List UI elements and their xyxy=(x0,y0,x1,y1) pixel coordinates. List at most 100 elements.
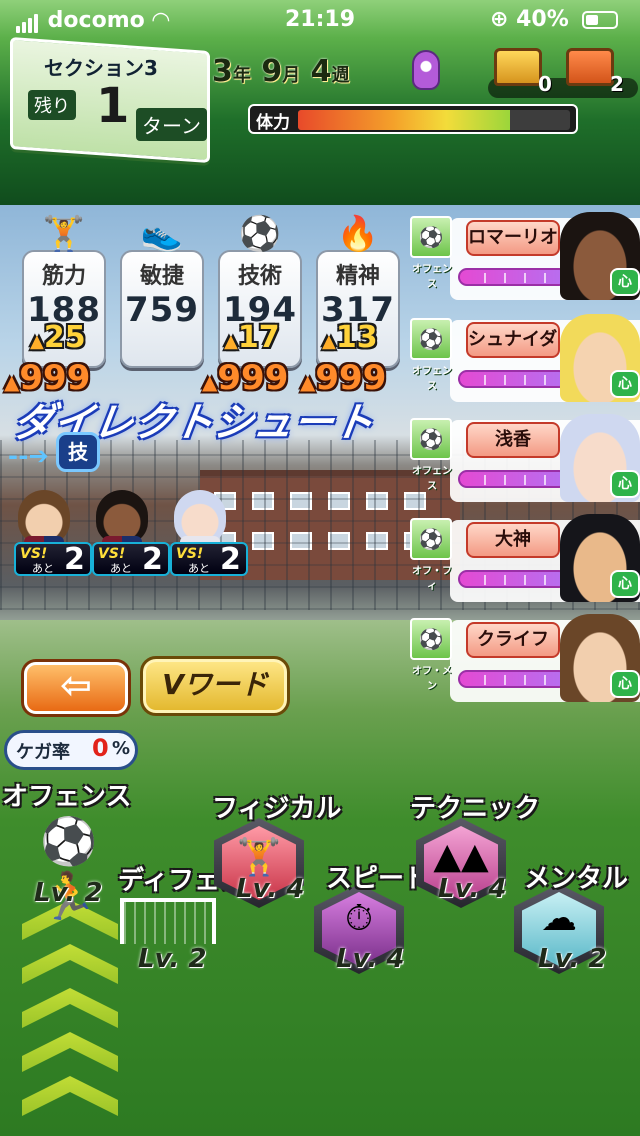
year-unit: 年 xyxy=(232,65,251,86)
heart-icon: 心 xyxy=(610,570,640,598)
rotation-lock-icon: ⊕ xyxy=(490,7,509,32)
stat-name: 技術 xyxy=(237,264,282,289)
role-label: オフ・メン xyxy=(412,666,452,692)
soccer-ball-icon: ⚽ xyxy=(238,214,282,254)
battery-percent: 40% xyxy=(516,7,569,32)
section-label: セクション3 xyxy=(44,56,158,80)
skill-badge: 技 xyxy=(56,432,100,472)
training-name: フィジカル xyxy=(212,794,342,824)
remaining-label: あと xyxy=(32,562,54,575)
heart-icon: 心 xyxy=(610,268,640,296)
stat-name: 敏捷 xyxy=(139,264,184,289)
role-soccer-icon: ⚽ xyxy=(410,518,452,560)
role-label: オフェンス xyxy=(412,366,452,392)
turn-label: ターン xyxy=(136,108,207,141)
vword-button[interactable]: Vワード xyxy=(140,656,290,716)
member-name: 浅香 xyxy=(466,422,560,458)
roster-member[interactable]: ⚽ オフ・メン クライフ心 xyxy=(410,614,640,706)
dumbbell-icon: 🏋 xyxy=(42,214,86,254)
bond-gauge xyxy=(458,268,568,286)
training-level: Lv. 2 xyxy=(138,944,207,974)
battery: ⊕ 40% xyxy=(490,7,619,32)
roster-member[interactable]: ⚽ オフェンスシュナイダー心 xyxy=(410,314,640,406)
selection-chevrons xyxy=(22,900,118,1136)
role-soccer-icon: ⚽ xyxy=(410,618,452,660)
training-name: メンタル xyxy=(524,864,629,894)
role-soccer-icon: ⚽ xyxy=(410,418,452,460)
month-unit: 月 xyxy=(282,65,301,86)
bond-gauge xyxy=(458,670,568,688)
role-label: オフェンス xyxy=(412,264,452,290)
stat-gain-strength: ▲25 xyxy=(30,320,86,355)
stamina-fill xyxy=(298,110,511,130)
training-level: Lv. 4 xyxy=(336,944,405,974)
week-unit: 週 xyxy=(331,65,350,86)
date-week: 4 xyxy=(310,54,332,89)
roster-member[interactable]: ⚽ オフ・フィ 大神心 xyxy=(410,514,640,606)
injury-rate-unit: % xyxy=(112,738,131,759)
remaining-turns: 1 xyxy=(96,78,130,134)
battery-icon xyxy=(582,11,619,29)
role-label: オフェンス xyxy=(412,466,452,492)
role-label: オフ・フィ xyxy=(412,566,452,592)
chest-count: 2 xyxy=(610,72,624,96)
bond-gauge xyxy=(458,370,568,388)
stat-gain-technique: ▲17 xyxy=(224,320,280,355)
injury-rate-label: ケガ率 xyxy=(16,742,70,763)
status-bar: docomo ◠ 21:19 ⊕ 40% xyxy=(0,0,640,40)
vs-counter: VS! あと 2 xyxy=(170,542,248,577)
stat-value: 759 xyxy=(125,290,199,330)
soccer-kick-icon: ⚽🏃 xyxy=(40,814,98,923)
member-name: 大神 xyxy=(466,522,560,558)
training-level: Lv. 2 xyxy=(34,878,103,908)
training-name: テクニック xyxy=(410,794,541,824)
training-name: オフェンス xyxy=(2,782,132,812)
cloud-icon: ☁ xyxy=(541,898,577,939)
stat-name: 精神 xyxy=(335,264,380,289)
roster-member[interactable]: ⚽ オフェンス 浅香心 xyxy=(410,414,640,506)
versus-teammate[interactable]: VS! あと 2 xyxy=(92,490,170,577)
chest-count: 0 xyxy=(538,72,552,96)
stamina-label: 体力 xyxy=(256,113,290,133)
vs-counter: VS! あと 2 xyxy=(14,542,92,577)
goal-defense-icon xyxy=(120,898,216,944)
treasure-chest-icon[interactable] xyxy=(494,48,542,86)
back-button[interactable]: ⇦ xyxy=(24,662,128,714)
vs-count: 2 xyxy=(220,542,241,577)
heart-icon: 心 xyxy=(610,670,640,698)
injury-rate-value: 0 xyxy=(92,734,109,762)
training-level: Lv. 4 xyxy=(438,874,507,904)
vs-count: 2 xyxy=(64,542,85,577)
stat-gain-mental: ▲13 xyxy=(322,320,378,355)
date-month: 9 xyxy=(261,54,283,89)
remaining-label: あと xyxy=(110,562,132,575)
heart-icon: 心 xyxy=(610,470,640,498)
stat-card-agility: 👟 敏捷 759 xyxy=(120,214,204,368)
date-year: 3 xyxy=(212,54,233,89)
stopwatch-icon: ⏱ xyxy=(344,898,374,939)
bond-gauge xyxy=(458,570,568,588)
bond-gauge xyxy=(458,470,568,488)
vs-counter: VS! あと 2 xyxy=(92,542,170,577)
member-name: ロマーリオ xyxy=(466,220,560,256)
vs-count: 2 xyxy=(142,542,163,577)
versus-teammate[interactable]: VS! あと 2 xyxy=(170,490,248,577)
remaining-label: あと xyxy=(188,562,210,575)
role-soccer-icon: ⚽ xyxy=(410,216,452,258)
role-soccer-icon: ⚽ xyxy=(410,318,452,360)
game-date: 3年 9月 4週 xyxy=(212,54,350,89)
flame-icon: 🔥 xyxy=(336,214,380,254)
stamina-track xyxy=(298,110,570,130)
member-name: クライフ xyxy=(466,622,560,658)
versus-teammate[interactable]: VS! あと 2 xyxy=(14,490,92,577)
skill-arrow-icon: - - ➔ xyxy=(8,442,49,470)
stat-name: 筋力 xyxy=(41,264,86,289)
treasure-chest-icon[interactable] xyxy=(566,48,614,86)
training-level: Lv. 4 xyxy=(236,874,305,904)
training-name: スピード xyxy=(326,864,431,894)
dumbbell-icon: 🏋 xyxy=(236,837,282,878)
remain-label: 残り xyxy=(28,90,76,120)
mascot-icon[interactable] xyxy=(412,50,440,90)
member-name: シュナイダー xyxy=(466,322,560,358)
roster-member[interactable]: ⚽ オフェンス ロマーリオ心 xyxy=(410,212,640,304)
